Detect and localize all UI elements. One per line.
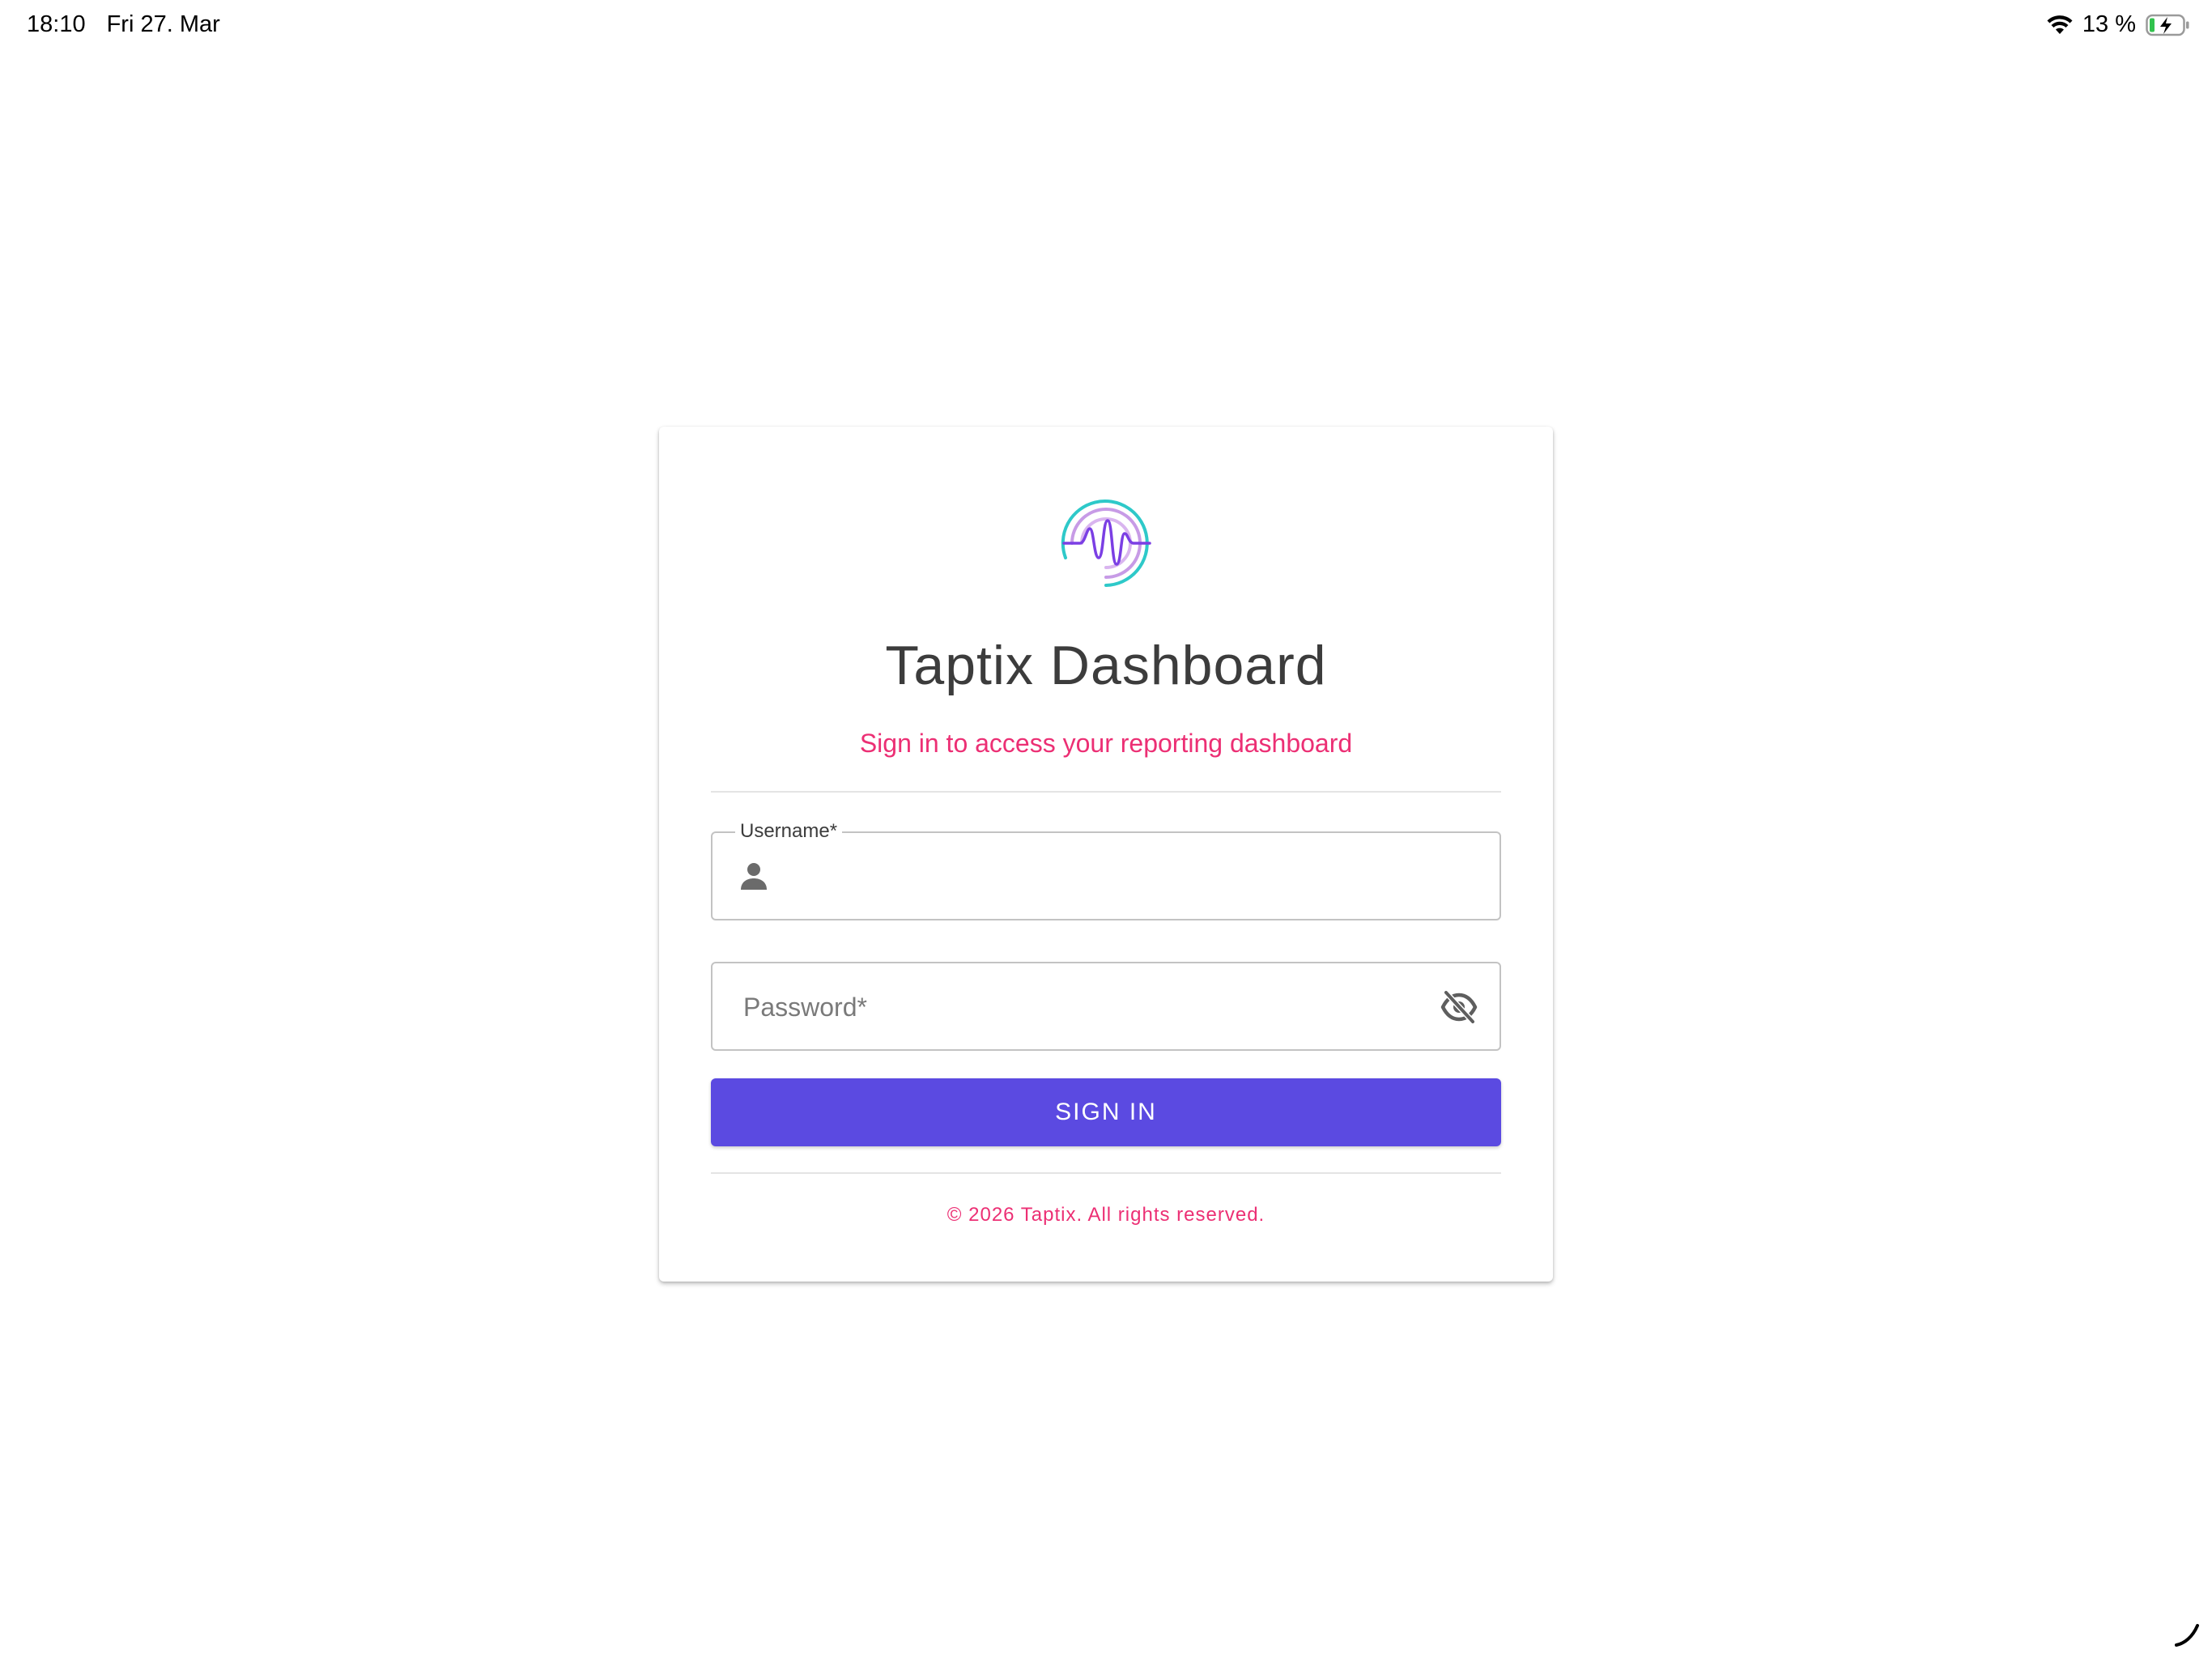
battery-charging-icon	[2146, 14, 2191, 36]
status-bar: 18:10 Fri 27. Mar 13 %	[0, 0, 2212, 52]
resize-handle-icon	[2173, 1621, 2201, 1648]
login-page: 18:10 Fri 27. Mar 13 % Taptix Dashboard …	[0, 0, 2212, 1658]
status-left: 18:10 Fri 27. Mar	[27, 11, 220, 38]
page-title: Taptix Dashboard	[885, 635, 1327, 696]
page-subtitle: Sign in to access your reporting dashboa…	[859, 729, 1353, 758]
username-input[interactable]	[793, 833, 1477, 920]
battery-percent: 13 %	[2082, 11, 2136, 37]
eye-off-icon[interactable]	[1440, 988, 1478, 1027]
password-field[interactable]	[711, 962, 1501, 1051]
wifi-icon	[2047, 15, 2073, 36]
status-time: 18:10	[27, 11, 86, 37]
sign-in-button[interactable]: SIGN IN	[711, 1078, 1501, 1146]
copyright-footer: © 2026 Taptix. All rights reserved.	[946, 1204, 1266, 1226]
login-card: Taptix Dashboard Sign in to access your …	[659, 427, 1553, 1282]
bottom-divider	[711, 1172, 1501, 1174]
status-date: Fri 27. Mar	[106, 11, 220, 37]
username-field[interactable]: Username*	[711, 819, 1501, 920]
password-input[interactable]	[742, 963, 1409, 1051]
top-divider	[711, 791, 1501, 793]
waveform-logo-icon	[1056, 493, 1156, 593]
person-icon	[738, 861, 769, 891]
status-right: 13 %	[2047, 11, 2191, 38]
